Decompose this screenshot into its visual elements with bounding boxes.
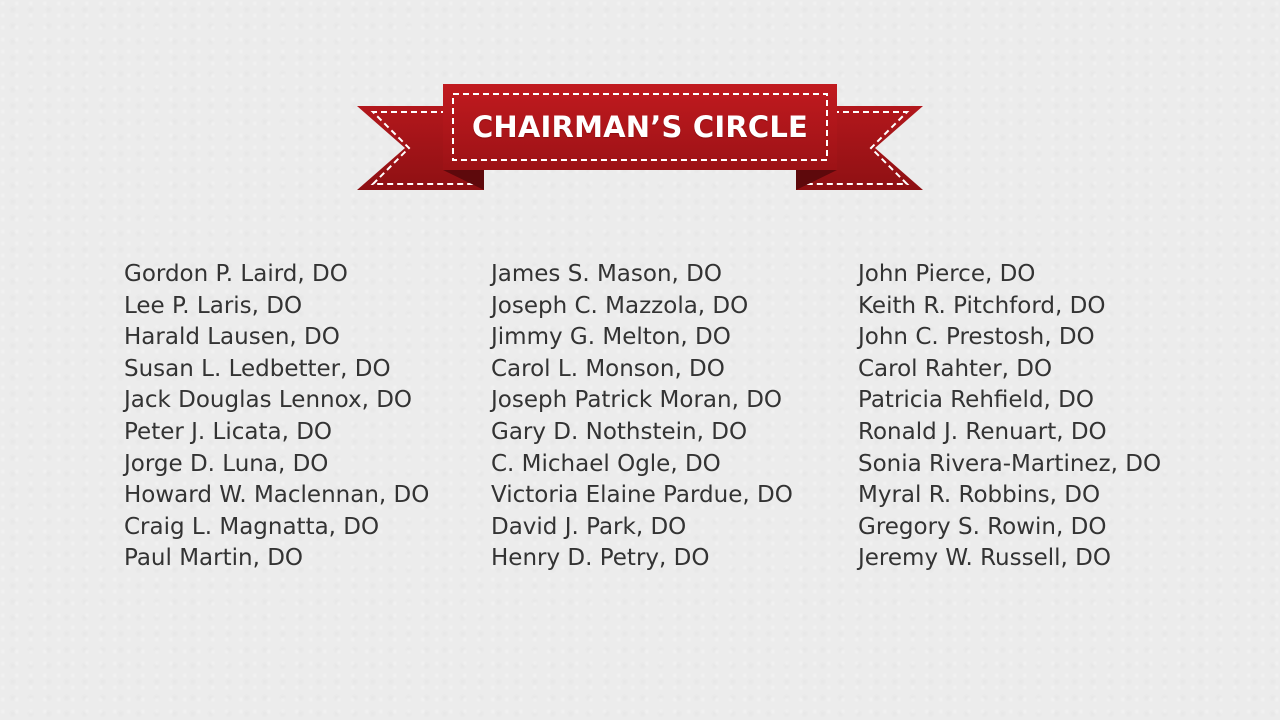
- member-name: Carol Rahter, DO: [858, 355, 1053, 382]
- member-name: John Pierce, DO: [858, 261, 1036, 287]
- member-name: Victoria Elaine Pardue, DO: [491, 482, 793, 509]
- member-name: Lee P. Laris, DO: [124, 292, 303, 319]
- member-name: Susan L. Ledbetter, DO: [124, 355, 391, 382]
- name-column-3: John Pierce, DO Keith R. Pitchford, DO J…: [858, 259, 1161, 575]
- member-name: Gordon P. Laird, DO: [124, 261, 348, 287]
- member-name: Howard W. Maclennan, DO: [124, 482, 430, 509]
- member-name: Jorge D. Luna, DO: [124, 450, 329, 477]
- member-name: David J. Park, DO: [491, 513, 687, 540]
- member-name: Jimmy G. Melton, DO: [491, 324, 731, 351]
- name-column-2: James S. Mason, DO Joseph C. Mazzola, DO…: [491, 259, 793, 575]
- banner-title: CHAIRMAN’S CIRCLE: [471, 110, 809, 144]
- member-name: James S. Mason, DO: [491, 261, 722, 287]
- member-name: Myral R. Robbins, DO: [858, 482, 1101, 509]
- member-name: Harald Lausen, DO: [124, 324, 340, 351]
- member-name: Peter J. Licata, DO: [124, 418, 333, 445]
- member-name-columns: Gordon P. Laird, DO Lee P. Laris, DO Har…: [0, 259, 1280, 589]
- member-name: Gary D. Nothstein, DO: [491, 418, 748, 445]
- chairmans-circle-banner: CHAIRMAN’S CIRCLE: [357, 84, 923, 192]
- name-column-1: Gordon P. Laird, DO Lee P. Laris, DO Har…: [124, 259, 429, 575]
- member-name: Jeremy W. Russell, DO: [858, 545, 1111, 572]
- member-name: Sonia Rivera-Martinez, DO: [858, 450, 1162, 477]
- member-name: Patricia Rehfield, DO: [858, 387, 1094, 414]
- member-name: John C. Prestosh, DO: [858, 324, 1095, 351]
- member-name: Keith R. Pitchford, DO: [858, 292, 1106, 319]
- slide: CHAIRMAN’S CIRCLE Gordon P. Laird, DO Le…: [0, 0, 1280, 720]
- member-name: C. Michael Ogle, DO: [491, 450, 721, 477]
- member-name: Joseph Patrick Moran, DO: [491, 387, 783, 414]
- member-name: Joseph C. Mazzola, DO: [491, 292, 749, 319]
- member-name: Craig L. Magnatta, DO: [124, 513, 380, 540]
- member-name: Carol L. Monson, DO: [491, 355, 725, 382]
- member-name: Paul Martin, DO: [124, 545, 304, 572]
- member-name: Henry D. Petry, DO: [491, 545, 710, 572]
- member-name: Ronald J. Renuart, DO: [858, 418, 1107, 445]
- member-name: Gregory S. Rowin, DO: [858, 513, 1107, 540]
- member-name: Jack Douglas Lennox, DO: [124, 387, 413, 414]
